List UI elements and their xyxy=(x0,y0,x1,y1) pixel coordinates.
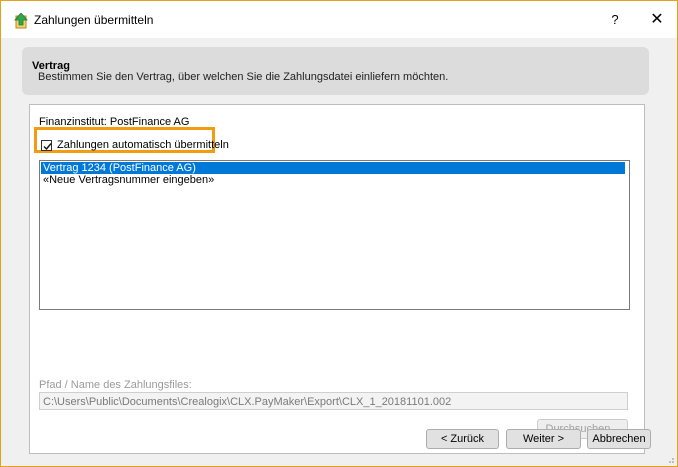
list-item[interactable]: Vertrag 1234 (PostFinance AG) xyxy=(41,162,625,174)
contract-list[interactable]: Vertrag 1234 (PostFinance AG) «Neue Vert… xyxy=(39,160,630,310)
auto-transmit-label[interactable]: Zahlungen automatisch übermitteln xyxy=(57,139,229,151)
path-label: Pfad / Name des Zahlungsfiles: xyxy=(39,379,192,391)
list-item[interactable]: «Neue Vertragsnummer eingeben» xyxy=(41,174,625,186)
step-description: Bestimmen Sie den Vertrag, über welchen … xyxy=(38,71,449,83)
resize-grip-icon[interactable] xyxy=(665,454,675,464)
help-button[interactable]: ? xyxy=(604,10,626,30)
auto-transmit-checkbox[interactable] xyxy=(41,140,52,151)
payment-upload-icon xyxy=(13,12,29,29)
back-button[interactable]: < Zurück xyxy=(426,429,499,449)
dialog-body: Vertrag Bestimmen Sie den Vertrag, über … xyxy=(1,38,677,466)
window-title: Zahlungen übermitteln xyxy=(34,13,154,27)
dialog-window: Zahlungen übermitteln ? ✕ Vertrag Bestim… xyxy=(0,0,678,467)
step-header: Vertrag Bestimmen Sie den Vertrag, über … xyxy=(22,47,649,95)
contract-panel: Finanzinstitut: PostFinance AG Zahlungen… xyxy=(29,104,645,454)
checkmark-icon xyxy=(43,143,52,151)
title-bar: Zahlungen übermitteln ? ✕ xyxy=(1,1,677,38)
close-button[interactable]: ✕ xyxy=(646,10,668,30)
path-field[interactable]: C:\Users\Public\Documents\Crealogix\CLX.… xyxy=(39,392,628,410)
cancel-button[interactable]: Abbrechen xyxy=(587,429,651,449)
next-button[interactable]: Weiter > xyxy=(506,429,581,449)
